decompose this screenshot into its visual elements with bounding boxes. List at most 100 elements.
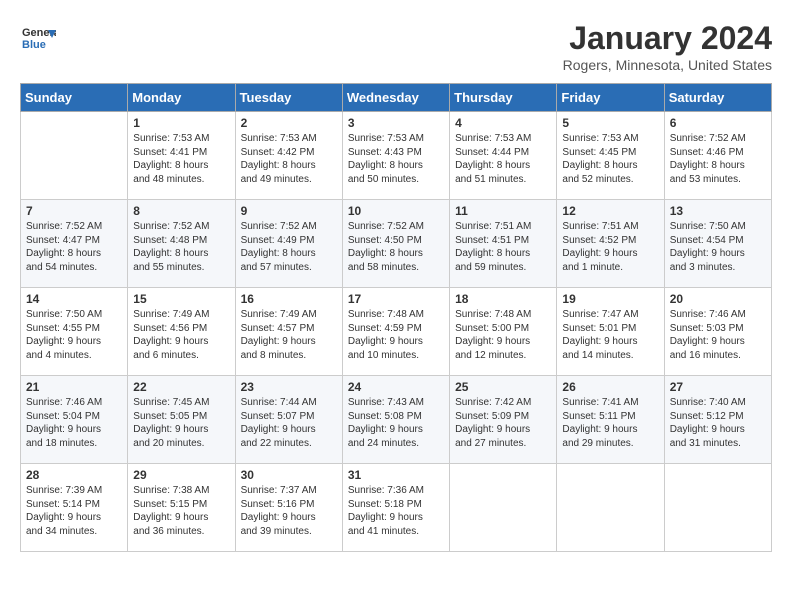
day-content: Sunrise: 7:37 AM Sunset: 5:16 PM Dayligh… [241, 484, 337, 538]
day-content: Sunrise: 7:45 AM Sunset: 5:05 PM Dayligh… [133, 396, 229, 450]
calendar-cell: 27Sunrise: 7:40 AM Sunset: 5:12 PM Dayli… [664, 376, 771, 464]
day-number: 9 [241, 204, 337, 218]
day-header-tuesday: Tuesday [235, 84, 342, 112]
day-content: Sunrise: 7:52 AM Sunset: 4:47 PM Dayligh… [26, 220, 122, 274]
calendar-cell: 3 Sunrise: 7:53 AM Sunset: 4:43 PM Daylig… [342, 112, 449, 200]
day-content: Sunrise: 7:51 AM Sunset: 4:51 PM Dayligh… [455, 220, 551, 274]
day-number: 3 [348, 116, 444, 130]
day-number: 12 [562, 204, 658, 218]
page-subtitle: Rogers, Minnesota, United States [563, 57, 772, 73]
day-number: 25 [455, 380, 551, 394]
calendar-cell: 14 Sunrise: 7:50 AM Sunset: 4:55 PM Dayli… [21, 288, 128, 376]
day-content: Sunrise: 7:46 AM Sunset: 5:03 PM Dayligh… [670, 308, 766, 362]
day-number: 27 [670, 380, 766, 394]
day-content: Sunrise: 7:38 AM Sunset: 5:15 PM Dayligh… [133, 484, 229, 538]
title-block: January 2024 Rogers, Minnesota, United S… [563, 20, 772, 73]
day-number: 28 [26, 468, 122, 482]
day-content: Sunrise: 7:52 AM Sunset: 4:49 PM Dayligh… [241, 220, 337, 274]
calendar-week-2: 7 Sunrise: 7:52 AM Sunset: 4:47 PM Daylig… [21, 200, 772, 288]
day-content: Sunrise: 7:53 AM Sunset: 4:43 PM Dayligh… [348, 132, 444, 186]
calendar-cell: 31 Sunrise: 7:36 AM Sunset: 5:18 PM Dayli… [342, 464, 449, 552]
day-header-friday: Friday [557, 84, 664, 112]
calendar-header-row: SundayMondayTuesdayWednesdayThursdayFrid… [21, 84, 772, 112]
day-content: Sunrise: 7:46 AM Sunset: 5:04 PM Dayligh… [26, 396, 122, 450]
day-number: 7 [26, 204, 122, 218]
day-number: 22 [133, 380, 229, 394]
day-number: 31 [348, 468, 444, 482]
day-number: 11 [455, 204, 551, 218]
day-header-sunday: Sunday [21, 84, 128, 112]
calendar-cell [557, 464, 664, 552]
calendar-cell: 24Sunrise: 7:43 AM Sunset: 5:08 PM Dayli… [342, 376, 449, 464]
day-number: 30 [241, 468, 337, 482]
day-content: Sunrise: 7:53 AM Sunset: 4:45 PM Dayligh… [562, 132, 658, 186]
svg-text:Blue: Blue [22, 39, 46, 51]
calendar-cell: 13 Sunrise: 7:50 AM Sunset: 4:54 PM Dayli… [664, 200, 771, 288]
calendar-cell: 20Sunrise: 7:46 AM Sunset: 5:03 PM Dayli… [664, 288, 771, 376]
logo: General Blue [20, 20, 56, 56]
day-header-saturday: Saturday [664, 84, 771, 112]
day-content: Sunrise: 7:41 AM Sunset: 5:11 PM Dayligh… [562, 396, 658, 450]
calendar-cell: 26Sunrise: 7:41 AM Sunset: 5:11 PM Dayli… [557, 376, 664, 464]
calendar-cell: 9 Sunrise: 7:52 AM Sunset: 4:49 PM Daylig… [235, 200, 342, 288]
day-content: Sunrise: 7:48 AM Sunset: 5:00 PM Dayligh… [455, 308, 551, 362]
day-content: Sunrise: 7:50 AM Sunset: 4:55 PM Dayligh… [26, 308, 122, 362]
day-number: 29 [133, 468, 229, 482]
day-content: Sunrise: 7:42 AM Sunset: 5:09 PM Dayligh… [455, 396, 551, 450]
calendar-cell: 12 Sunrise: 7:51 AM Sunset: 4:52 PM Dayli… [557, 200, 664, 288]
day-content: Sunrise: 7:51 AM Sunset: 4:52 PM Dayligh… [562, 220, 658, 274]
calendar-week-1: 1Sunrise: 7:53 AM Sunset: 4:41 PM Daylig… [21, 112, 772, 200]
day-content: Sunrise: 7:52 AM Sunset: 4:50 PM Dayligh… [348, 220, 444, 274]
calendar-cell: 5 Sunrise: 7:53 AM Sunset: 4:45 PM Daylig… [557, 112, 664, 200]
day-content: Sunrise: 7:44 AM Sunset: 5:07 PM Dayligh… [241, 396, 337, 450]
day-number: 21 [26, 380, 122, 394]
calendar-cell: 28 Sunrise: 7:39 AM Sunset: 5:14 PM Dayli… [21, 464, 128, 552]
day-content: Sunrise: 7:49 AM Sunset: 4:57 PM Dayligh… [241, 308, 337, 362]
calendar-cell [21, 112, 128, 200]
calendar-cell: 16 Sunrise: 7:49 AM Sunset: 4:57 PM Dayli… [235, 288, 342, 376]
calendar-cell: 10 Sunrise: 7:52 AM Sunset: 4:50 PM Dayli… [342, 200, 449, 288]
calendar-cell: 6Sunrise: 7:52 AM Sunset: 4:46 PM Daylig… [664, 112, 771, 200]
day-number: 13 [670, 204, 766, 218]
calendar-cell: 21 Sunrise: 7:46 AM Sunset: 5:04 PM Dayli… [21, 376, 128, 464]
calendar-week-4: 21 Sunrise: 7:46 AM Sunset: 5:04 PM Dayli… [21, 376, 772, 464]
day-content: Sunrise: 7:39 AM Sunset: 5:14 PM Dayligh… [26, 484, 122, 538]
calendar-cell: 25 Sunrise: 7:42 AM Sunset: 5:09 PM Dayli… [450, 376, 557, 464]
day-content: Sunrise: 7:47 AM Sunset: 5:01 PM Dayligh… [562, 308, 658, 362]
calendar-week-3: 14 Sunrise: 7:50 AM Sunset: 4:55 PM Dayli… [21, 288, 772, 376]
calendar-cell: 19Sunrise: 7:47 AM Sunset: 5:01 PM Dayli… [557, 288, 664, 376]
calendar-cell: 18 Sunrise: 7:48 AM Sunset: 5:00 PM Dayli… [450, 288, 557, 376]
page-header: General Blue January 2024 Rogers, Minnes… [20, 20, 772, 73]
day-content: Sunrise: 7:53 AM Sunset: 4:42 PM Dayligh… [241, 132, 337, 186]
calendar-cell: 11 Sunrise: 7:51 AM Sunset: 4:51 PM Dayli… [450, 200, 557, 288]
day-content: Sunrise: 7:53 AM Sunset: 4:44 PM Dayligh… [455, 132, 551, 186]
calendar-cell: 7 Sunrise: 7:52 AM Sunset: 4:47 PM Daylig… [21, 200, 128, 288]
day-content: Sunrise: 7:43 AM Sunset: 5:08 PM Dayligh… [348, 396, 444, 450]
day-number: 16 [241, 292, 337, 306]
day-number: 1 [133, 116, 229, 130]
day-content: Sunrise: 7:50 AM Sunset: 4:54 PM Dayligh… [670, 220, 766, 274]
calendar-cell: 8Sunrise: 7:52 AM Sunset: 4:48 PM Daylig… [128, 200, 235, 288]
calendar-cell: 30 Sunrise: 7:37 AM Sunset: 5:16 PM Dayli… [235, 464, 342, 552]
day-content: Sunrise: 7:36 AM Sunset: 5:18 PM Dayligh… [348, 484, 444, 538]
calendar-cell: 29 Sunrise: 7:38 AM Sunset: 5:15 PM Dayli… [128, 464, 235, 552]
day-number: 14 [26, 292, 122, 306]
day-number: 18 [455, 292, 551, 306]
page-title: January 2024 [563, 20, 772, 57]
day-number: 10 [348, 204, 444, 218]
calendar-cell: 22 Sunrise: 7:45 AM Sunset: 5:05 PM Dayli… [128, 376, 235, 464]
day-header-thursday: Thursday [450, 84, 557, 112]
calendar-cell: 23Sunrise: 7:44 AM Sunset: 5:07 PM Dayli… [235, 376, 342, 464]
day-number: 4 [455, 116, 551, 130]
calendar-cell [664, 464, 771, 552]
day-content: Sunrise: 7:48 AM Sunset: 4:59 PM Dayligh… [348, 308, 444, 362]
day-header-wednesday: Wednesday [342, 84, 449, 112]
day-header-monday: Monday [128, 84, 235, 112]
day-content: Sunrise: 7:49 AM Sunset: 4:56 PM Dayligh… [133, 308, 229, 362]
calendar-cell: 1Sunrise: 7:53 AM Sunset: 4:41 PM Daylig… [128, 112, 235, 200]
day-number: 5 [562, 116, 658, 130]
day-content: Sunrise: 7:52 AM Sunset: 4:46 PM Dayligh… [670, 132, 766, 186]
calendar-week-5: 28 Sunrise: 7:39 AM Sunset: 5:14 PM Dayli… [21, 464, 772, 552]
logo-icon: General Blue [20, 20, 56, 56]
day-number: 2 [241, 116, 337, 130]
